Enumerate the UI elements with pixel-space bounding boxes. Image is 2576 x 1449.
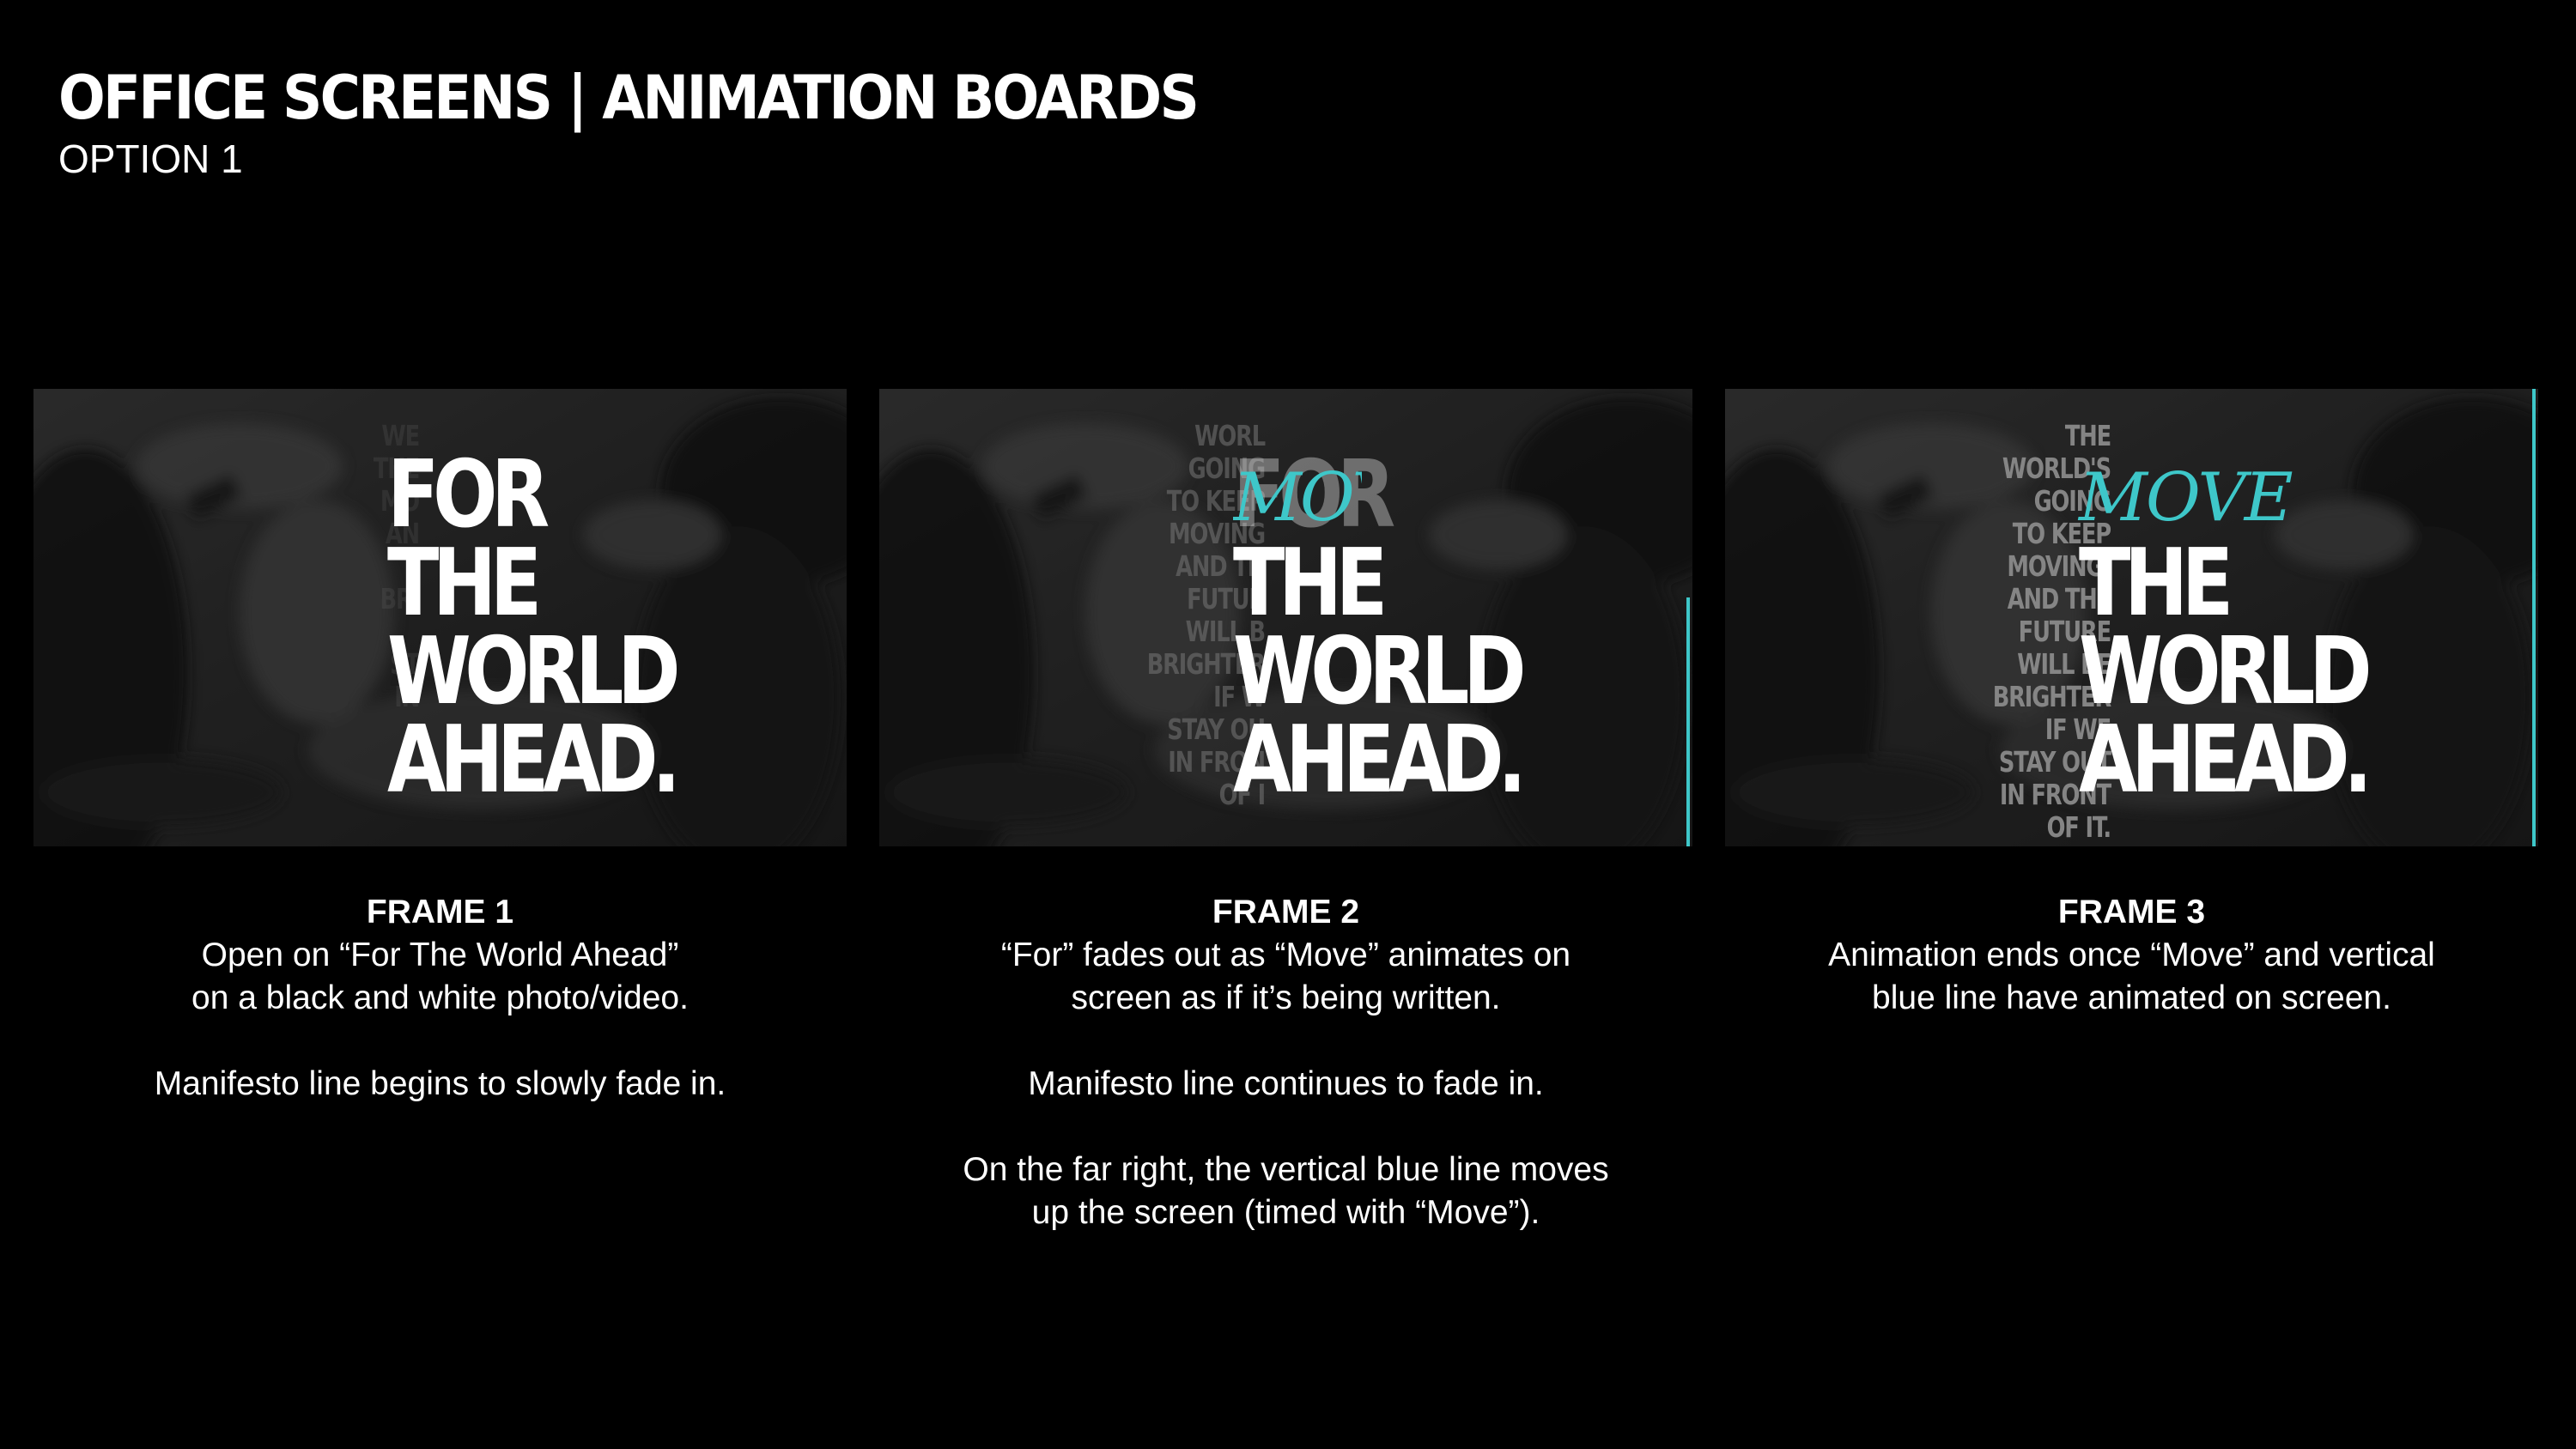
- page-header: OFFICE SCREENS | ANIMATION BOARDS OPTION…: [58, 63, 1296, 181]
- frame-1-board: WE THE MO AN F BRI ST IN FOR THE WORLD A…: [33, 389, 847, 846]
- move-script-word: MOVE: [2079, 459, 2293, 537]
- frame-title: FRAME 3: [2057, 894, 2206, 931]
- caption-paragraph: Open on “For The World Ahead” on a black…: [191, 937, 689, 1016]
- page-subtitle: OPTION 1: [58, 136, 243, 181]
- frame-3: THE WORLD'S GOING TO KEEP MOVING, AND TH…: [1725, 389, 2538, 1020]
- frame-3-caption: FRAME 3 Animation ends once “Move” and v…: [1725, 891, 2538, 1020]
- page-title: OFFICE SCREENS | ANIMATION BOARDS: [58, 63, 1200, 133]
- move-script-word: MOV: [1233, 459, 1362, 537]
- headline: FOR THE WORLD AHEAD.: [387, 441, 681, 814]
- headline: THE WORLD AHEAD.: [2079, 530, 2372, 814]
- frame-1-caption: FRAME 1 Open on “For The World Ahead” on…: [33, 891, 847, 1106]
- frame-2-board: WORL GOING TO KEEP MOVING AND TH FUTUR W…: [879, 389, 1692, 846]
- caption-paragraph: Animation ends once “Move” and vertical …: [1828, 937, 2435, 1016]
- caption-paragraph: On the far right, the vertical blue line…: [963, 1151, 1609, 1231]
- frame-1: WE THE MO AN F BRI ST IN FOR THE WORLD A…: [33, 389, 847, 1106]
- vertical-blue-line: [1686, 597, 1690, 846]
- frame-3-board: THE WORLD'S GOING TO KEEP MOVING, AND TH…: [1725, 389, 2538, 846]
- caption-paragraph: Manifesto line begins to slowly fade in.: [154, 1065, 726, 1102]
- frame-2-caption: FRAME 2 “For” fades out as “Move” animat…: [879, 891, 1692, 1234]
- headline-rest: THE WORLD AHEAD.: [1233, 530, 1527, 814]
- vertical-blue-line: [2532, 389, 2536, 846]
- frame-title: FRAME 1: [366, 894, 514, 931]
- caption-paragraph: “For” fades out as “Move” animates on sc…: [1000, 937, 1571, 1016]
- frame-2: WORL GOING TO KEEP MOVING AND TH FUTUR W…: [879, 389, 1692, 1234]
- animation-frames: WE THE MO AN F BRI ST IN FOR THE WORLD A…: [33, 389, 2541, 1239]
- caption-paragraph: Manifesto line continues to fade in.: [1028, 1065, 1544, 1102]
- frame-title: FRAME 2: [1212, 894, 1360, 931]
